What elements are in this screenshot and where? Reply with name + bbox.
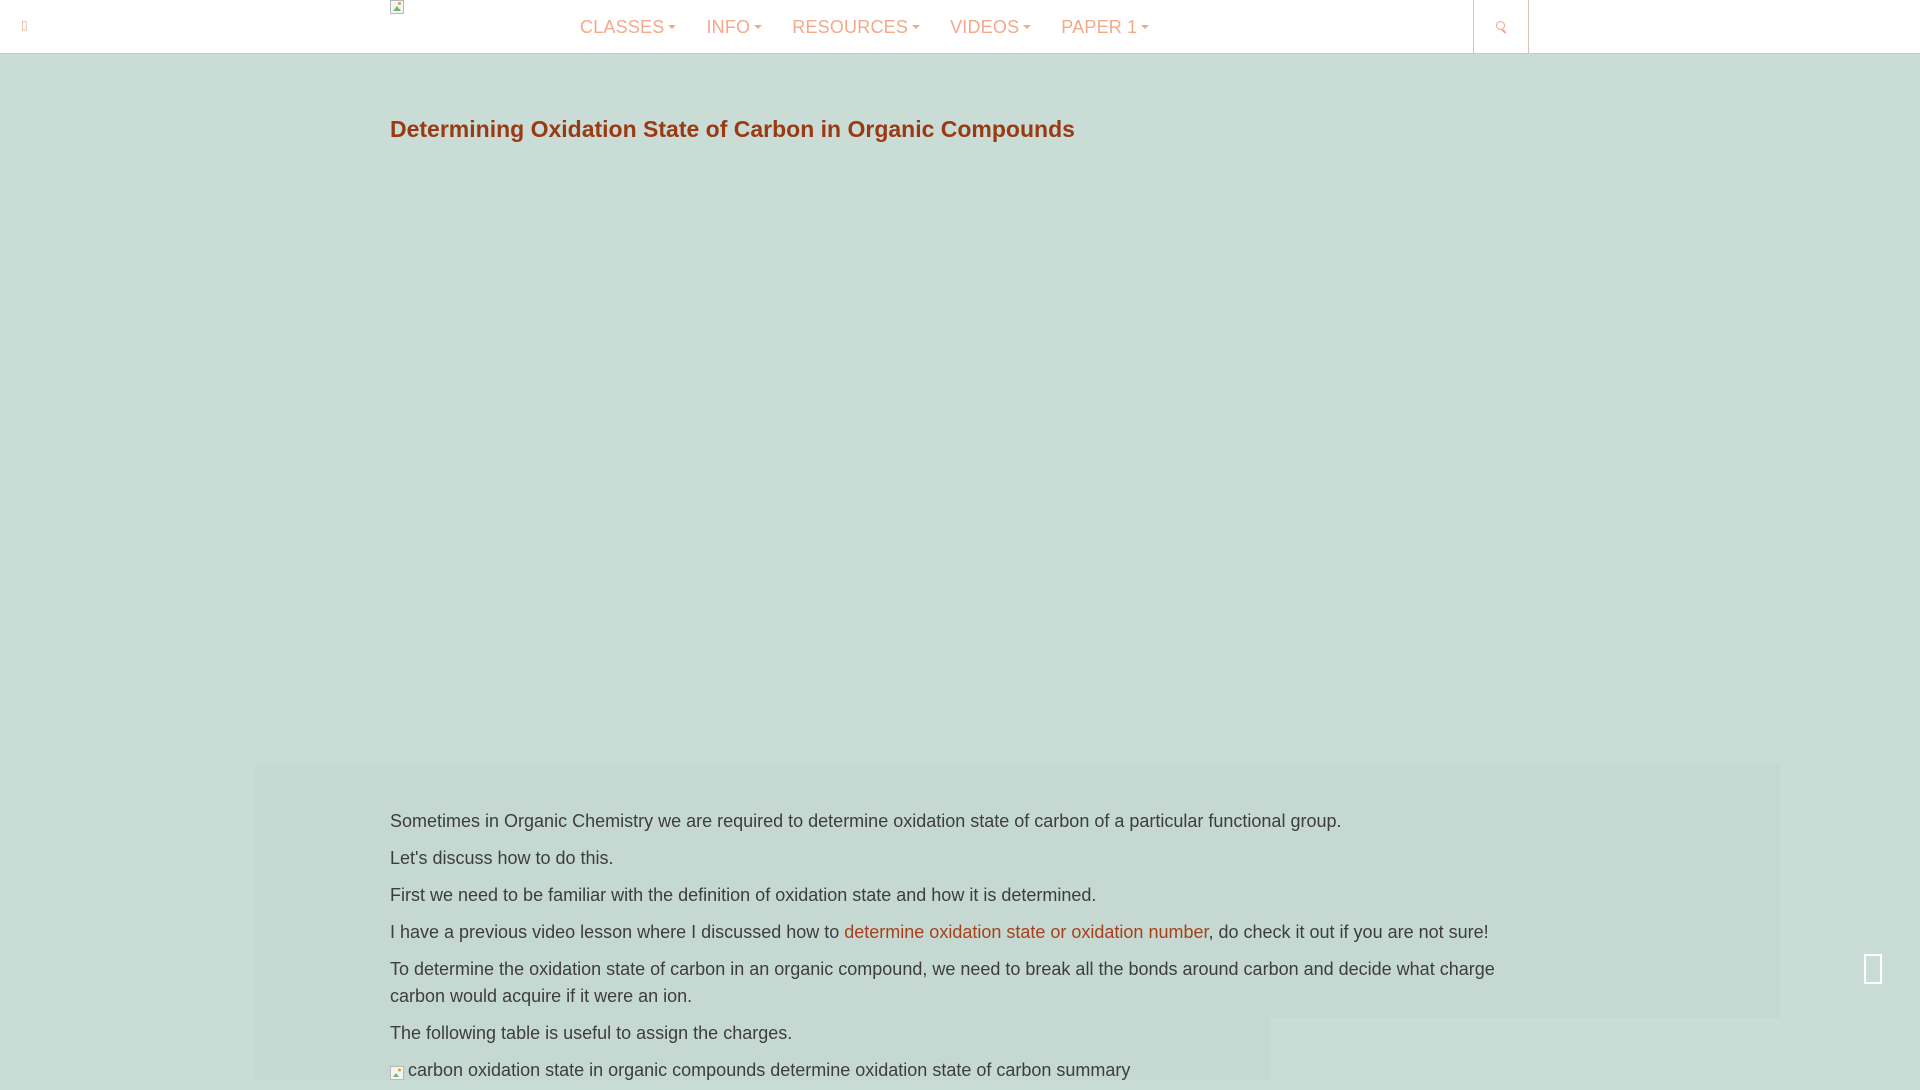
main-menu: CLASSES INFO RESOURCES VIDEOS PAPER 1 (565, 0, 1164, 54)
search-button[interactable] (1473, 0, 1529, 54)
menu-classes[interactable]: CLASSES (580, 16, 677, 38)
site-logo[interactable] (390, 0, 406, 16)
broken-image-icon (390, 1063, 406, 1080)
paragraph-discuss: Let's discuss how to do this. (390, 848, 614, 868)
paragraph-video-lesson: I have a previous video lesson where I d… (390, 919, 1540, 946)
paragraph-intro: Sometimes in Organic Chemistry we are re… (390, 811, 1342, 831)
broken-image-sun (398, 2, 401, 5)
menu-info[interactable]: INFO (706, 16, 763, 38)
menu-info-label: INFO (706, 16, 751, 37)
paragraph-video-text-before: I have a previous video lesson where I d… (390, 922, 845, 942)
scroll-up-icon (1864, 954, 1882, 984)
menu-videos-label: VIDEOS (950, 16, 1020, 37)
chevron-down-icon (754, 25, 763, 29)
paragraph-video-text-after: , do check it out if you are not sure! (1208, 922, 1489, 942)
chevron-down-icon (1023, 25, 1032, 29)
top-navbar: ▯ CLASSES INFO RESOURCES VIDEOS PAPER 1 (0, 0, 1920, 54)
chevron-down-icon (1141, 25, 1150, 29)
menu-paper-1[interactable]: PAPER 1 (1061, 16, 1150, 38)
paragraph-definition: First we need to be familiar with the de… (390, 885, 1097, 905)
menu-toggle-icon[interactable]: ▯ (21, 16, 33, 34)
page-title: Determining Oxidation State of Carbon in… (390, 116, 1075, 142)
menu-paper-1-label: PAPER 1 (1061, 16, 1138, 37)
menu-resources-label: RESOURCES (792, 16, 909, 37)
menu-videos[interactable]: VIDEOS (950, 16, 1032, 38)
scroll-to-top-button[interactable] (1864, 954, 1882, 984)
article-body: Sometimes in Organic Chemistry we are re… (390, 808, 1540, 1084)
search-icon (1496, 21, 1505, 30)
chevron-down-icon (668, 25, 677, 29)
menu-resources[interactable]: RESOURCES (792, 16, 921, 38)
search-icon-handle (1501, 29, 1507, 34)
broken-image-mountain (393, 6, 401, 11)
paragraph-method: To determine the oxidation state of carb… (390, 959, 1495, 1006)
oxidation-state-link[interactable]: determine oxidation state or oxidation n… (844, 922, 1208, 942)
paragraph-table-intro: The following table is useful to assign … (390, 1023, 793, 1043)
menu-classes-label: CLASSES (580, 16, 665, 37)
chevron-down-icon (912, 25, 921, 29)
